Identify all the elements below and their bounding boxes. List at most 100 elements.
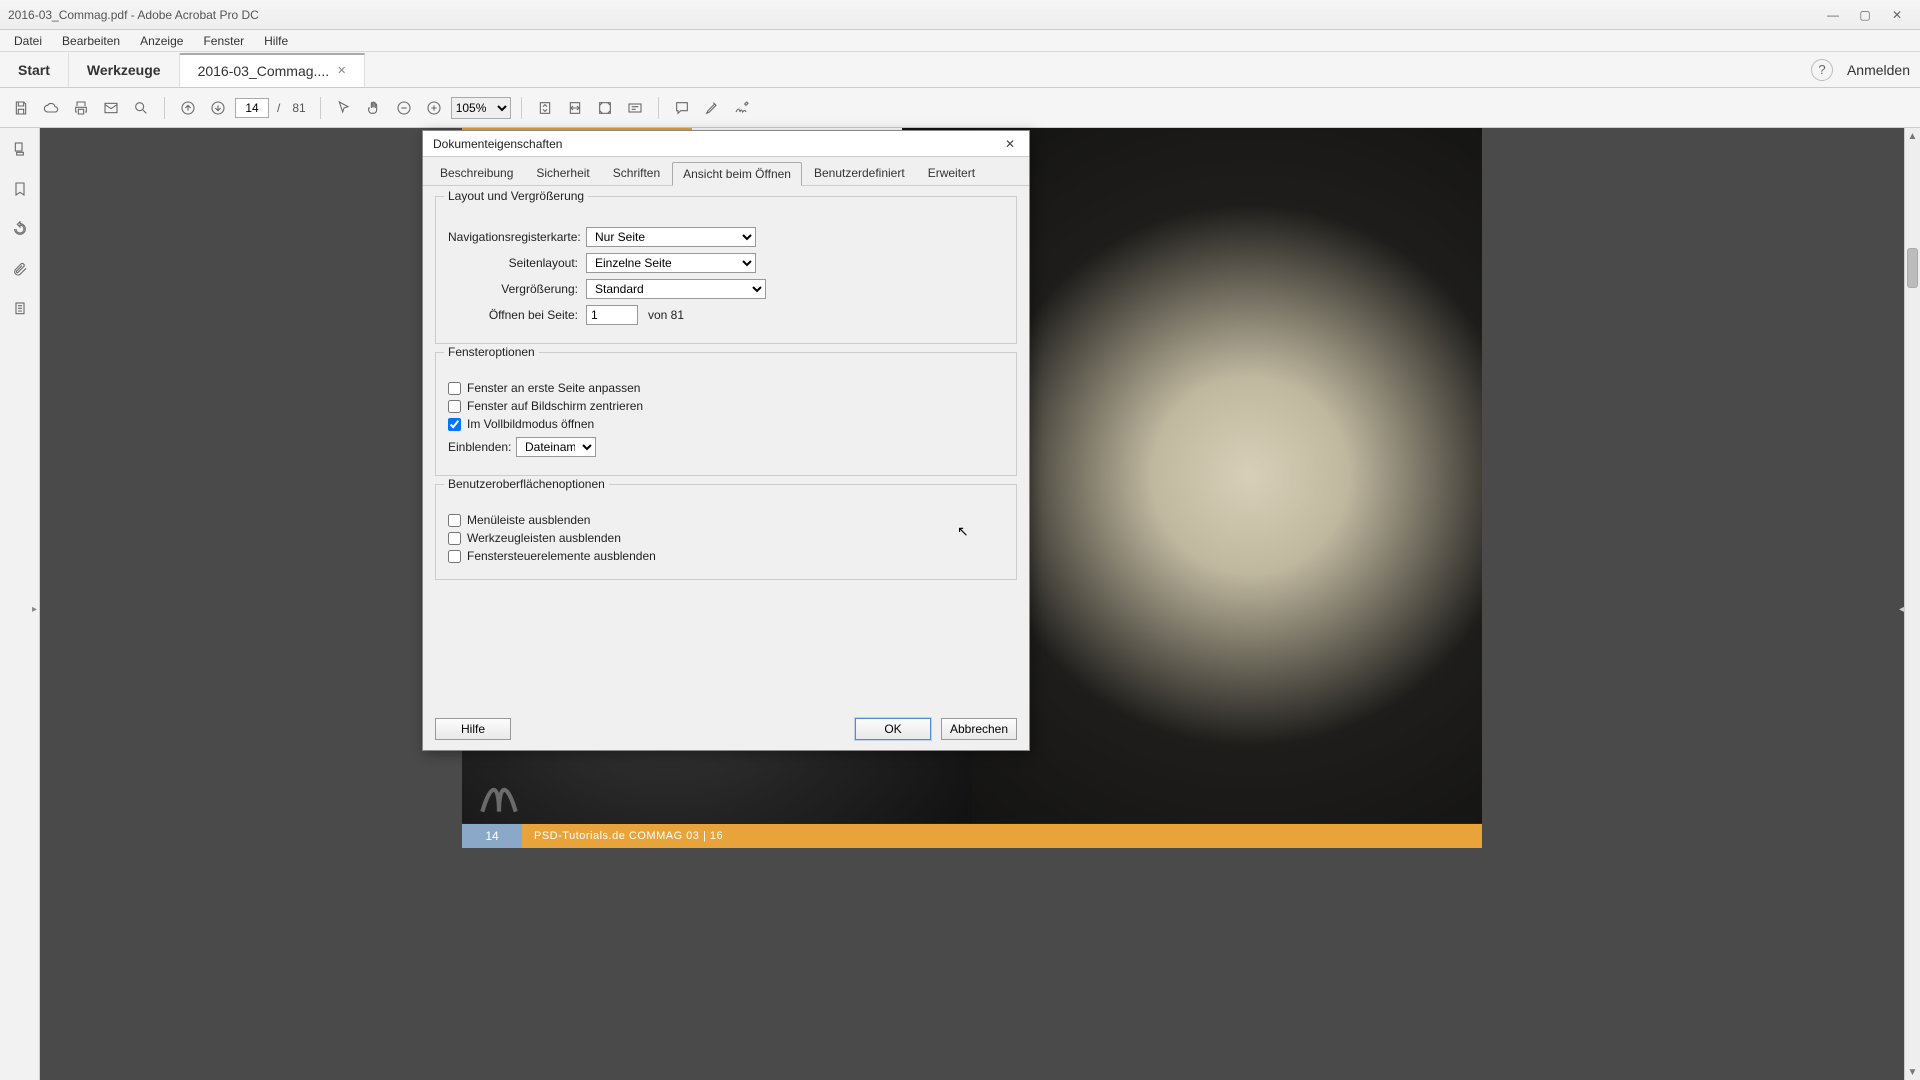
show-select[interactable]: Dateiname [516, 437, 596, 457]
chk-fullscreen-label: Im Vollbildmodus öffnen [467, 417, 594, 431]
prev-page-icon[interactable] [175, 95, 201, 121]
tab-document-label: 2016-03_Commag.... [198, 63, 330, 79]
chk-hide-toolbars[interactable] [448, 532, 461, 545]
footer-page-number: 14 [462, 824, 522, 848]
group-title: Layout und Vergrößerung [444, 189, 588, 203]
tab-advanced[interactable]: Erweitert [917, 161, 986, 185]
login-link[interactable]: Anmelden [1847, 62, 1910, 78]
attachments-icon[interactable] [9, 258, 31, 280]
menu-view[interactable]: Anzeige [132, 32, 191, 50]
ok-button[interactable]: OK [855, 718, 931, 740]
document-properties-dialog: Dokumenteigenschaften ✕ Beschreibung Sic… [422, 130, 1030, 751]
fit-visible-icon[interactable] [592, 95, 618, 121]
show-label: Einblenden: [448, 440, 508, 454]
pointer-icon[interactable] [331, 95, 357, 121]
tabbar: Start Werkzeuge 2016-03_Commag.... ✕ ? A… [0, 52, 1920, 88]
window-title: 2016-03_Commag.pdf - Adobe Acrobat Pro D… [8, 8, 259, 22]
layout-select[interactable]: Einzelne Seite [586, 253, 756, 273]
chk-fullscreen[interactable] [448, 418, 461, 431]
next-page-icon[interactable] [205, 95, 231, 121]
tab-tools[interactable]: Werkzeuge [69, 53, 180, 87]
tab-custom[interactable]: Benutzerdefiniert [803, 161, 916, 185]
dialog-title: Dokumenteigenschaften [433, 137, 1001, 151]
zoom-out-icon[interactable] [391, 95, 417, 121]
chk-hide-menubar-label: Menüleiste ausblenden [467, 513, 590, 527]
vertical-scrollbar[interactable]: ▲ ▼ [1904, 128, 1920, 1080]
chk-hide-window-controls-label: Fenstersteuerelemente ausblenden [467, 549, 656, 563]
thumbnails-icon[interactable] [9, 138, 31, 160]
sidebar-left: ▸ [0, 128, 40, 1080]
chk-hide-menubar[interactable] [448, 514, 461, 527]
chk-center-window[interactable] [448, 400, 461, 413]
tab-close-icon[interactable]: ✕ [337, 64, 346, 77]
maximize-icon[interactable]: ▢ [1850, 5, 1880, 25]
tab-document[interactable]: 2016-03_Commag.... ✕ [180, 53, 366, 87]
scroll-up-icon[interactable]: ▲ [1905, 128, 1920, 144]
tab-start[interactable]: Start [0, 53, 69, 87]
tab-security[interactable]: Sicherheit [525, 161, 600, 185]
menu-help[interactable]: Hilfe [256, 32, 296, 50]
tab-initial-view[interactable]: Ansicht beim Öffnen [672, 162, 802, 186]
rotate-icon[interactable] [9, 218, 31, 240]
group-title: Benutzeroberflächenoptionen [444, 477, 609, 491]
hand-icon[interactable] [361, 95, 387, 121]
tab-fonts[interactable]: Schriften [602, 161, 671, 185]
chk-hide-window-controls[interactable] [448, 550, 461, 563]
nav-select[interactable]: Nur Seite [586, 227, 756, 247]
magnification-select[interactable]: Standard [586, 279, 766, 299]
dialog-button-row: Hilfe OK Abbrechen [423, 710, 1029, 750]
menu-edit[interactable]: Bearbeiten [54, 32, 128, 50]
mail-icon[interactable] [98, 95, 124, 121]
cancel-button[interactable]: Abbrechen [941, 718, 1017, 740]
group-layout-magnification: Layout und Vergrößerung Navigationsregis… [435, 196, 1017, 344]
menubar: Datei Bearbeiten Anzeige Fenster Hilfe [0, 30, 1920, 52]
page-separator: / [277, 101, 280, 115]
sidebar-expand-handle[interactable]: ▸ [32, 604, 37, 615]
toolbar: / 81 105% [0, 88, 1920, 128]
comment-icon[interactable] [669, 95, 695, 121]
zoom-in-icon[interactable] [421, 95, 447, 121]
print-icon[interactable] [68, 95, 94, 121]
page-total: 81 [292, 101, 305, 115]
tab-description[interactable]: Beschreibung [429, 161, 524, 185]
openpage-label: Öffnen bei Seite: [448, 308, 578, 322]
save-icon[interactable] [8, 95, 34, 121]
group-ui-options: Benutzeroberflächenoptionen Menüleiste a… [435, 484, 1017, 580]
layers-icon[interactable] [9, 298, 31, 320]
cloud-icon[interactable] [38, 95, 64, 121]
chk-resize-window[interactable] [448, 382, 461, 395]
zoom-select[interactable]: 105% [451, 97, 511, 119]
dialog-titlebar: Dokumenteigenschaften ✕ [423, 131, 1029, 157]
scroll-down-icon[interactable]: ▼ [1905, 1064, 1920, 1080]
help-icon[interactable]: ? [1811, 59, 1833, 81]
scroll-thumb[interactable] [1907, 248, 1918, 288]
page-footer: 14 PSD-Tutorials.de COMMAG 03 | 16 [462, 824, 1482, 848]
chk-resize-window-label: Fenster an erste Seite anpassen [467, 381, 640, 395]
close-window-icon[interactable]: ✕ [1882, 5, 1912, 25]
openpage-total: von 81 [648, 308, 684, 322]
bookmarks-icon[interactable] [9, 178, 31, 200]
help-button[interactable]: Hilfe [435, 718, 511, 740]
openpage-input[interactable] [586, 305, 638, 325]
read-mode-icon[interactable] [622, 95, 648, 121]
page-number-input[interactable] [235, 98, 269, 118]
group-window-options: Fensteroptionen Fenster an erste Seite a… [435, 352, 1017, 476]
chk-center-window-label: Fenster auf Bildschirm zentrieren [467, 399, 643, 413]
highlight-icon[interactable] [699, 95, 725, 121]
footer-text: PSD-Tutorials.de COMMAG 03 | 16 [534, 830, 723, 842]
menu-window[interactable]: Fenster [195, 32, 252, 50]
fit-page-icon[interactable] [532, 95, 558, 121]
search-icon[interactable] [128, 95, 154, 121]
nav-label: Navigationsregisterkarte: [448, 230, 578, 244]
menu-file[interactable]: Datei [6, 32, 50, 50]
group-title: Fensteroptionen [444, 345, 539, 359]
watermark-logo-icon [474, 770, 524, 820]
chk-hide-toolbars-label: Werkzeugleisten ausblenden [467, 531, 621, 545]
right-panel-handle[interactable]: ◂ [1899, 604, 1904, 615]
fit-width-icon[interactable] [562, 95, 588, 121]
signature-icon[interactable] [729, 95, 755, 121]
minimize-icon[interactable]: — [1818, 5, 1848, 25]
dialog-close-icon[interactable]: ✕ [1001, 135, 1019, 153]
dialog-body: Layout und Vergrößerung Navigationsregis… [423, 186, 1029, 710]
magnification-label: Vergrößerung: [448, 282, 578, 296]
